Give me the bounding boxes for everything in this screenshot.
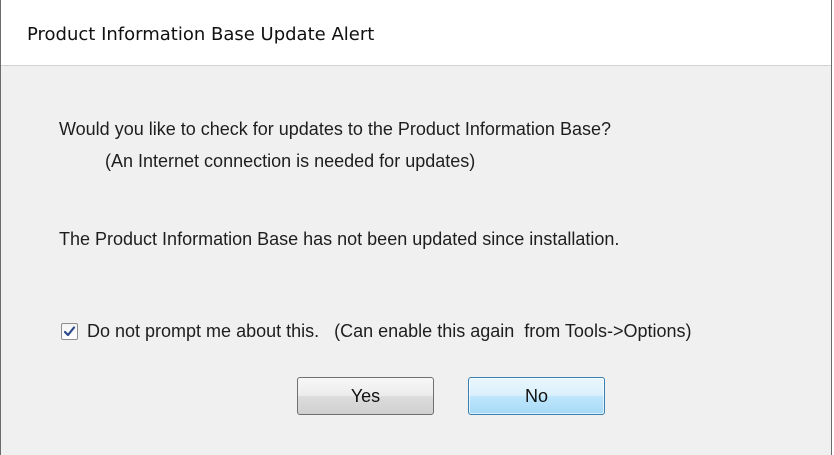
update-status-text: The Product Information Base has not bee…	[59, 229, 620, 249]
do-not-prompt-checkbox[interactable]	[61, 322, 78, 340]
do-not-prompt-option[interactable]: Do not prompt me about this. (Can enable…	[61, 319, 691, 343]
internet-note: (An Internet connection is needed for up…	[105, 151, 476, 171]
checkmark-icon	[63, 325, 76, 336]
window-title: Product Information Base Update Alert	[27, 24, 375, 45]
do-not-prompt-label[interactable]: Do not prompt me about this. (Can enable…	[87, 321, 691, 342]
title-bar[interactable]: Product Information Base Update Alert	[1, 0, 831, 66]
dialog-content: Would you like to check for updates to t…	[1, 66, 831, 455]
dialog-window: Product Information Base Update Alert Wo…	[0, 0, 832, 455]
yes-button[interactable]: Yes	[297, 377, 434, 415]
update-question: Would you like to check for updates to t…	[59, 119, 611, 139]
no-button[interactable]: No	[468, 377, 605, 415]
